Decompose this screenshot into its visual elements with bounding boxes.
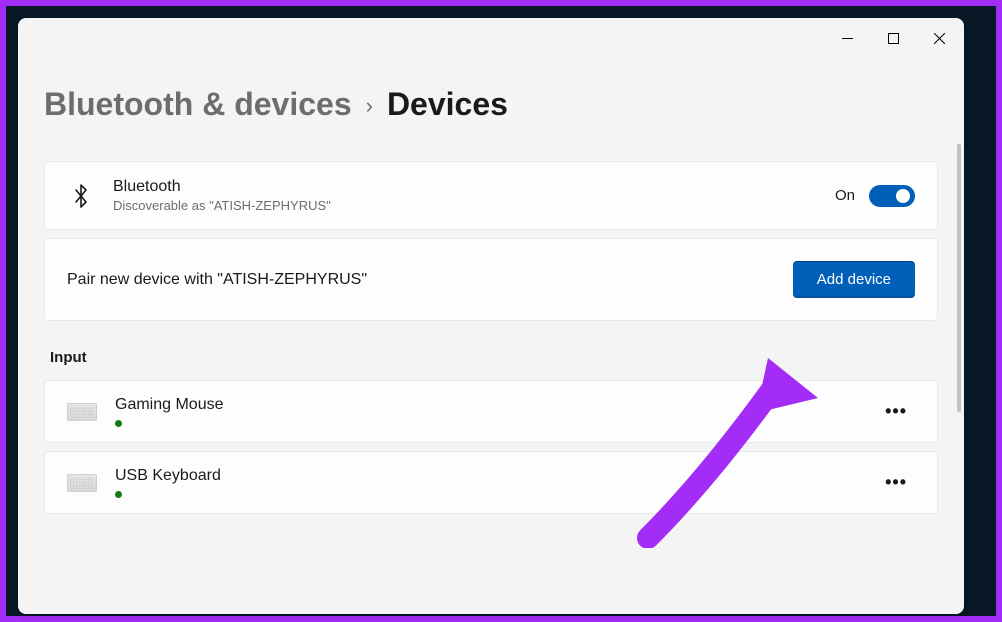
keyboard-icon [67, 403, 97, 421]
chevron-right-icon: › [366, 93, 373, 119]
content-area: Bluetooth & devices › Devices Bluetooth … [18, 58, 964, 614]
breadcrumb-current: Devices [387, 86, 508, 123]
section-label-input: Input [50, 349, 938, 366]
device-row-usb-keyboard[interactable]: USB Keyboard ••• [44, 451, 938, 514]
bluetooth-info: Bluetooth Discoverable as "ATISH-ZEPHYRU… [113, 178, 835, 213]
maximize-button[interactable] [870, 18, 916, 58]
status-dot [115, 420, 122, 427]
device-info: USB Keyboard [115, 467, 877, 498]
device-row-gaming-mouse[interactable]: Gaming Mouse ••• [44, 380, 938, 443]
status-dot [115, 491, 122, 498]
settings-window: Bluetooth & devices › Devices Bluetooth … [18, 18, 964, 614]
minimize-button[interactable] [824, 18, 870, 58]
close-button[interactable] [916, 18, 962, 58]
scrollbar-thumb[interactable] [957, 144, 961, 412]
more-options-button[interactable]: ••• [877, 395, 915, 428]
pair-device-card: Pair new device with "ATISH-ZEPHYRUS" Ad… [44, 238, 938, 321]
close-icon [934, 33, 945, 44]
add-device-button[interactable]: Add device [793, 261, 915, 298]
pair-device-text: Pair new device with "ATISH-ZEPHYRUS" [67, 271, 793, 289]
bluetooth-toggle-group: On [835, 185, 915, 207]
device-info: Gaming Mouse [115, 396, 877, 427]
device-name: USB Keyboard [115, 467, 877, 485]
titlebar [18, 18, 964, 58]
bluetooth-subtitle: Discoverable as "ATISH-ZEPHYRUS" [113, 198, 835, 213]
minimize-icon [842, 33, 853, 44]
outer-frame: Bluetooth & devices › Devices Bluetooth … [6, 6, 996, 616]
bluetooth-title: Bluetooth [113, 178, 835, 196]
maximize-icon [888, 33, 899, 44]
toggle-state-label: On [835, 187, 855, 204]
bluetooth-icon [67, 182, 95, 210]
bluetooth-toggle-card: Bluetooth Discoverable as "ATISH-ZEPHYRU… [44, 161, 938, 230]
bluetooth-toggle[interactable] [869, 185, 915, 207]
keyboard-icon [67, 474, 97, 492]
breadcrumb: Bluetooth & devices › Devices [44, 86, 938, 123]
more-options-button[interactable]: ••• [877, 466, 915, 499]
breadcrumb-parent[interactable]: Bluetooth & devices [44, 86, 352, 123]
device-name: Gaming Mouse [115, 396, 877, 414]
